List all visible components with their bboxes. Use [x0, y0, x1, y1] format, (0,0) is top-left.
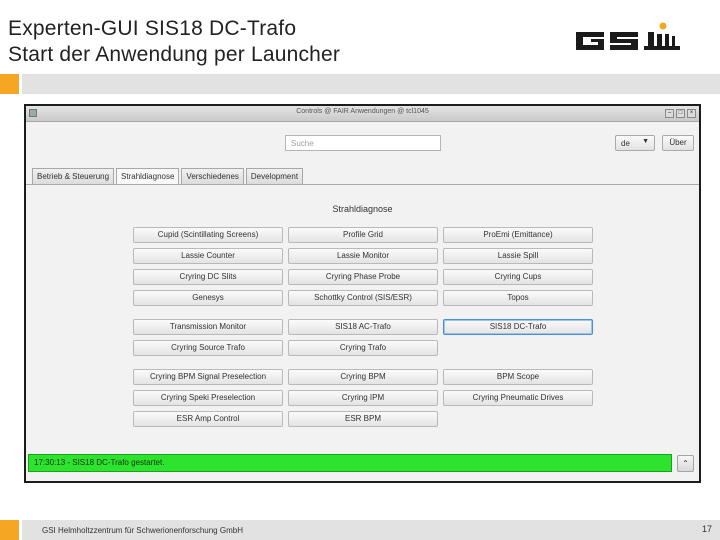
app-button[interactable]: Cryring Phase Probe: [288, 269, 438, 285]
accent-bar-top: [0, 74, 19, 94]
app-button[interactable]: Lassie Counter: [133, 248, 283, 264]
accent-bar-bottom: [0, 520, 19, 540]
about-button[interactable]: Über: [662, 135, 694, 151]
close-icon[interactable]: ×: [687, 109, 696, 118]
app-button[interactable]: Genesys: [133, 290, 283, 306]
app-button[interactable]: Cupid (Scintillating Screens): [133, 227, 283, 243]
app-button[interactable]: Transmission Monitor: [133, 319, 283, 335]
maximize-icon[interactable]: □: [676, 109, 685, 118]
window-titlebar[interactable]: Controls @ FAIR Anwendungen @ tcl1045 – …: [26, 106, 699, 122]
app-button[interactable]: Cryring IPM: [288, 390, 438, 406]
app-button[interactable]: ESR Amp Control: [133, 411, 283, 427]
tab-verschiedenes[interactable]: Verschiedenes: [181, 168, 244, 184]
app-button[interactable]: Schottky Control (SIS/ESR): [288, 290, 438, 306]
section-title: Strahldiagnose: [332, 204, 393, 214]
search-input[interactable]: Suche: [285, 135, 441, 151]
app-button[interactable]: Cryring Pneumatic Drives: [443, 390, 593, 406]
language-value: de: [621, 139, 630, 148]
sis18-dc-trafo-button[interactable]: SIS18 DC-Trafo: [443, 319, 593, 335]
app-button[interactable]: BPM Scope: [443, 369, 593, 385]
status-message: 17:30:13 - SIS18 DC-Trafo gestartet.: [28, 454, 672, 472]
app-button[interactable]: Cryring Trafo: [288, 340, 438, 356]
gsi-logo-icon: [576, 22, 680, 50]
app-button[interactable]: Cryring BPM: [288, 369, 438, 385]
launcher-window: Controls @ FAIR Anwendungen @ tcl1045 – …: [26, 106, 699, 481]
window-title: Controls @ FAIR Anwendungen @ tcl1045: [296, 108, 429, 115]
tab-divider: [26, 184, 699, 185]
presentation-slide: Experten-GUI SIS18 DC-Trafo Start der An…: [0, 0, 720, 540]
slide-title: Experten-GUI SIS18 DC-Trafo Start der An…: [8, 16, 340, 68]
tab-strahldiagnose[interactable]: Strahldiagnose: [116, 168, 180, 184]
app-button[interactable]: Lassie Monitor: [288, 248, 438, 264]
tab-betrieb-steuerung[interactable]: Betrieb & Steuerung: [32, 168, 115, 184]
app-button[interactable]: SIS18 AC-Trafo: [288, 319, 438, 335]
language-select[interactable]: de ▼: [615, 135, 655, 151]
footer-text: GSI Helmholtzzentrum für Schwerionenfors…: [42, 526, 243, 535]
app-button[interactable]: Cryring Source Trafo: [133, 340, 283, 356]
app-button[interactable]: ProEmi (Emittance): [443, 227, 593, 243]
app-button[interactable]: ESR BPM: [288, 411, 438, 427]
chevron-up-icon[interactable]: ⌃: [677, 455, 694, 472]
page-number: 17: [701, 524, 712, 534]
chevron-down-icon: ▼: [642, 138, 649, 145]
tab-development[interactable]: Development: [245, 168, 304, 184]
header-bar: [22, 74, 720, 94]
app-button[interactable]: Lassie Spill: [443, 248, 593, 264]
app-button[interactable]: Cryring Speki Preselection: [133, 390, 283, 406]
slide-title-line-1: Experten-GUI SIS18 DC-Trafo: [8, 17, 297, 40]
minimize-icon[interactable]: –: [665, 109, 674, 118]
tab-bar: Betrieb & Steuerung Strahldiagnose Versc…: [32, 168, 305, 184]
app-button[interactable]: Cryring Cups: [443, 269, 593, 285]
app-button[interactable]: Cryring DC Slits: [133, 269, 283, 285]
app-button[interactable]: Topos: [443, 290, 593, 306]
application-screenshot: Controls @ FAIR Anwendungen @ tcl1045 – …: [24, 104, 701, 483]
app-button[interactable]: Cryring BPM Signal Preselection: [133, 369, 283, 385]
app-button[interactable]: Profile Grid: [288, 227, 438, 243]
slide-title-line-2: Start der Anwendung per Launcher: [8, 43, 341, 66]
